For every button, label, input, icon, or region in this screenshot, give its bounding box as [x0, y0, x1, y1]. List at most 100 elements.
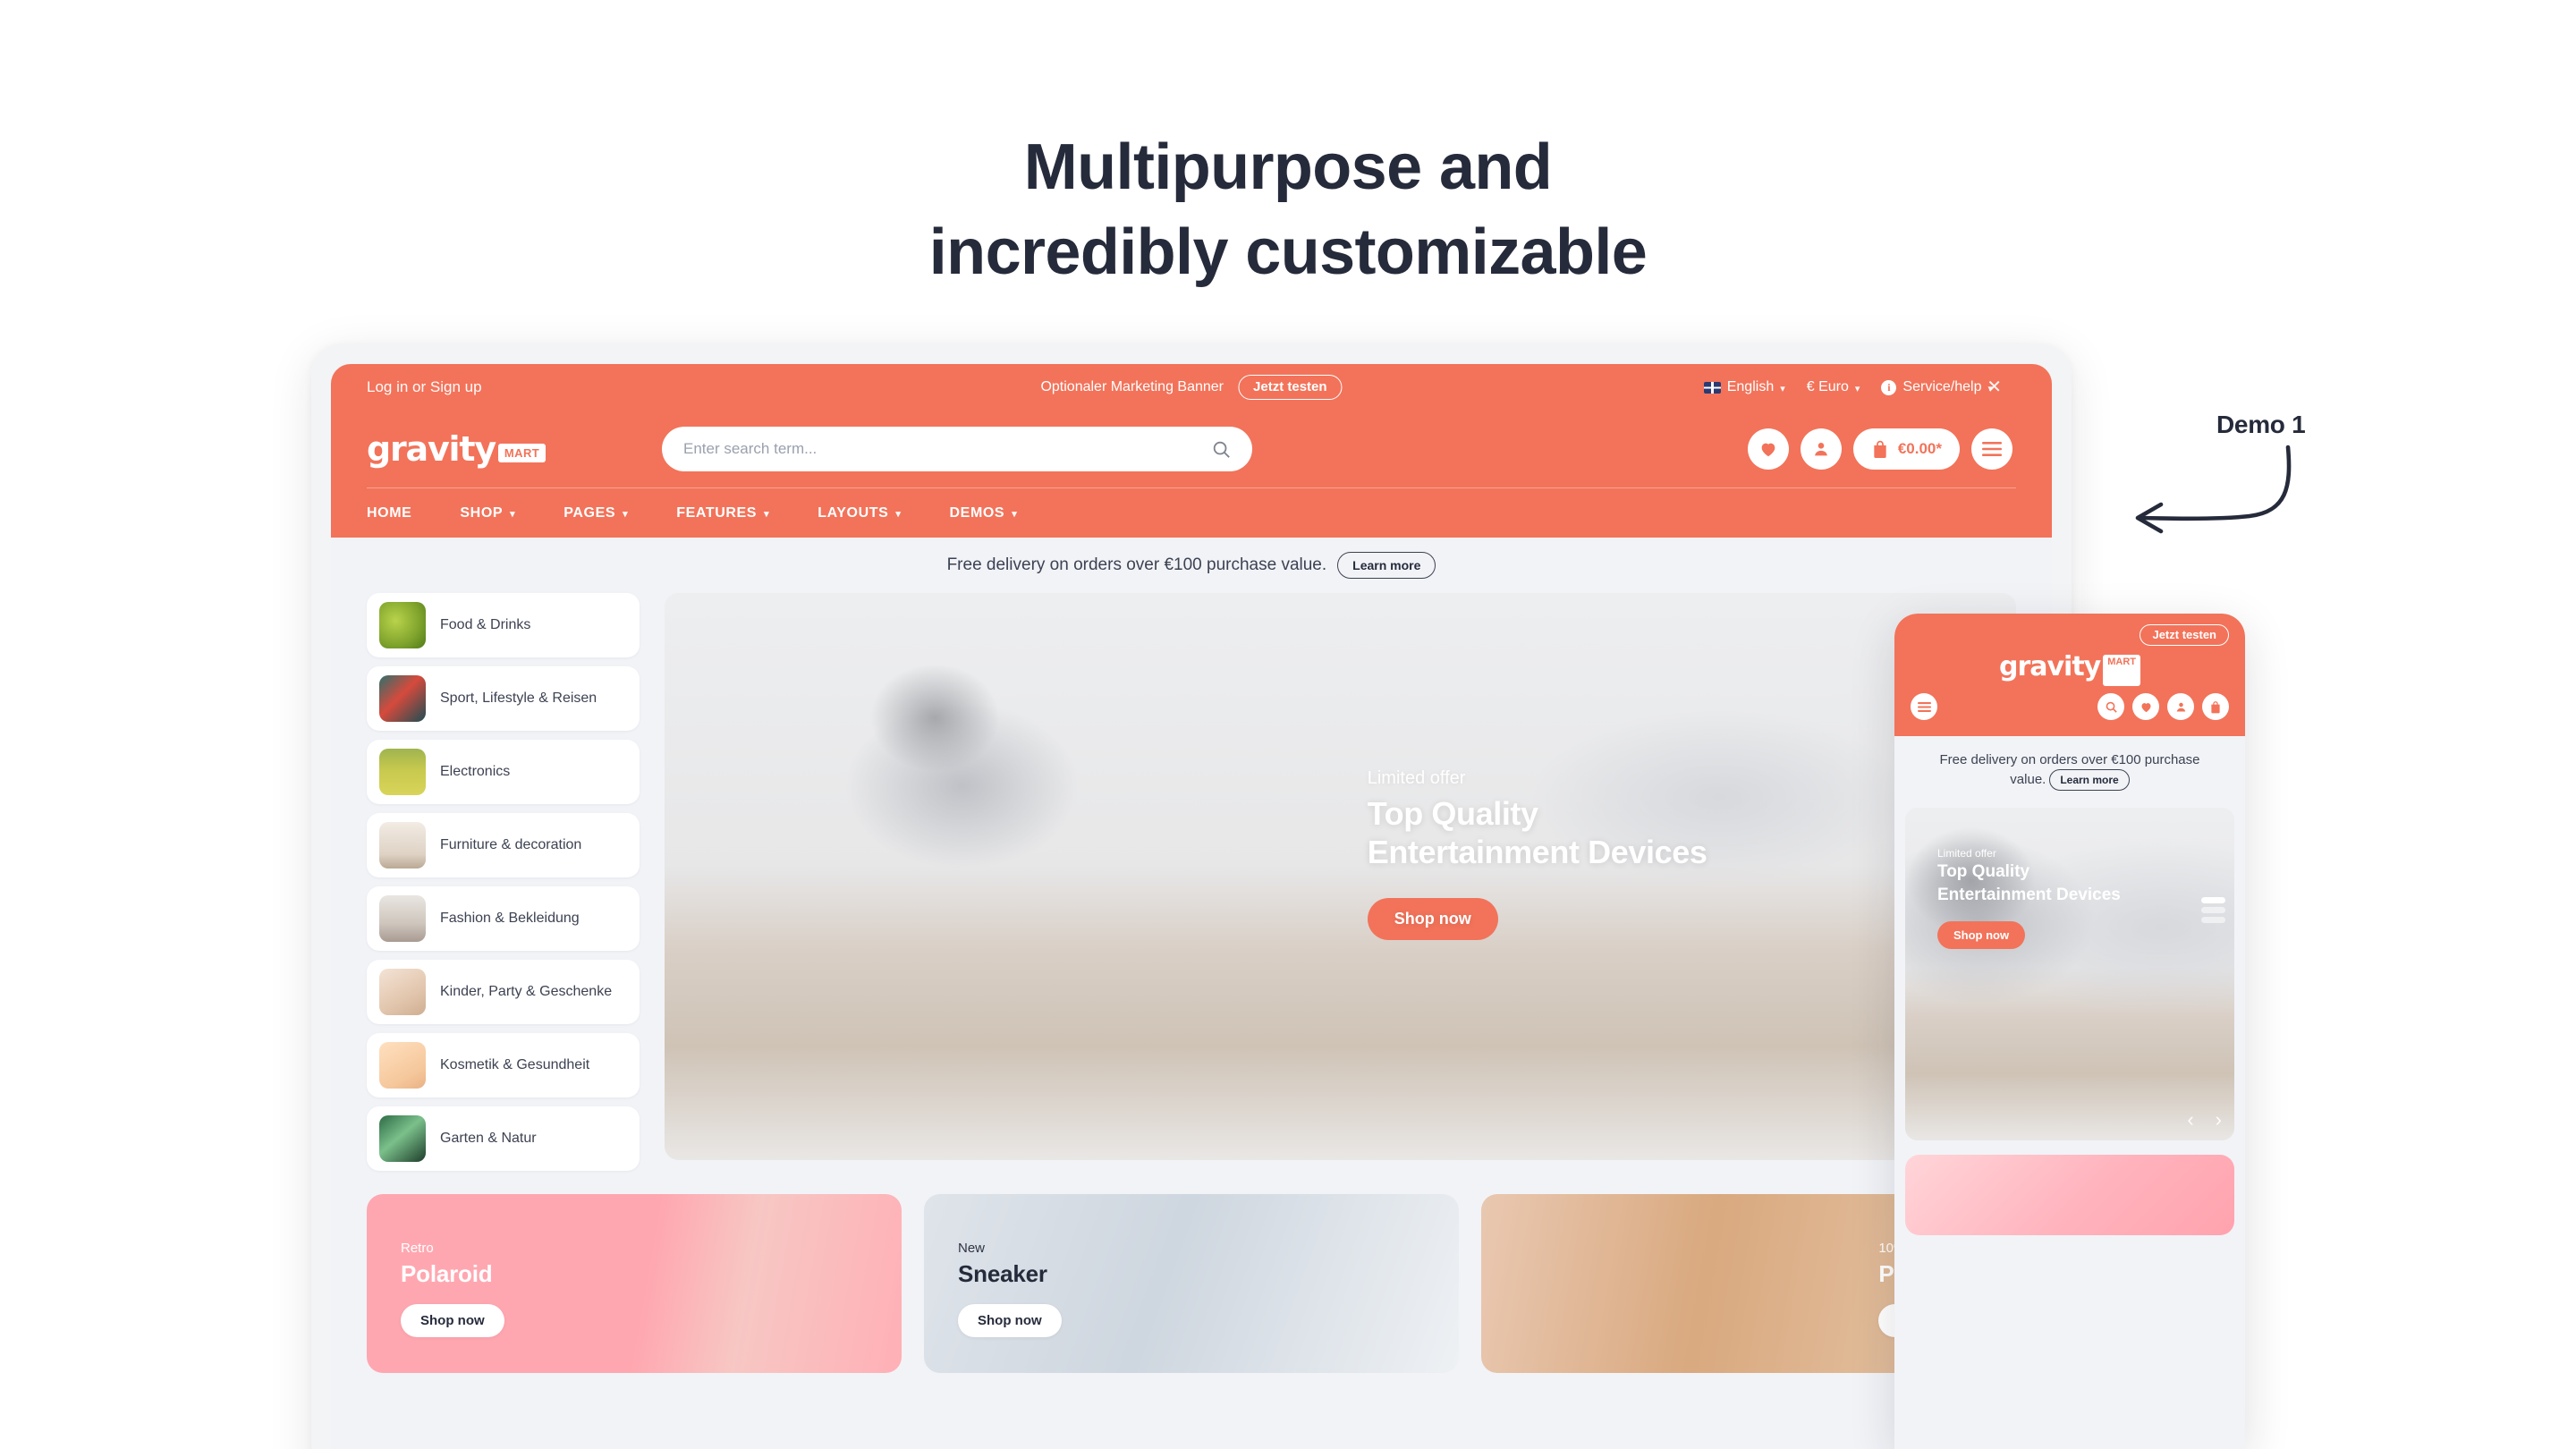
- search-box[interactable]: [662, 427, 1252, 471]
- nav-item-pages[interactable]: PAGES ▾: [564, 505, 628, 521]
- mobile-learn-more-button[interactable]: Learn more: [2049, 769, 2130, 792]
- hero-slider[interactable]: Limited offer Top Quality Entertainment …: [665, 593, 2016, 1160]
- mobile-icon-group: [2097, 693, 2229, 721]
- mobile-wishlist-button[interactable]: [2132, 693, 2159, 721]
- mobile-slide-dot-3[interactable]: [2201, 916, 2225, 923]
- header-actions: €0.00*: [1747, 428, 2016, 470]
- category-thumbnail: [379, 1115, 426, 1162]
- shopping-bag-icon: [2211, 700, 2220, 714]
- promo-shop-now-button[interactable]: Shop now: [958, 1304, 1062, 1337]
- mobile-hero-slider[interactable]: Limited offer Top Quality Entertainment …: [1905, 807, 2234, 1140]
- page-root: Multipurpose and incredibly customizable…: [0, 0, 2576, 1449]
- category-item-garten-natur[interactable]: Garten & Natur: [367, 1106, 640, 1171]
- learn-more-button[interactable]: Learn more: [1337, 552, 1436, 579]
- promo-title: Polaroid: [401, 1260, 493, 1287]
- mobile-header: Jetzt testen gravity MART: [1894, 614, 2245, 737]
- mobile-hero-title-line-1: Top Quality: [1937, 861, 2030, 881]
- category-item-food-drinks[interactable]: Food & Drinks: [367, 593, 640, 657]
- chevron-down-icon: ▾: [510, 509, 516, 520]
- search-icon[interactable]: [1211, 439, 1231, 459]
- main-grid: Food & Drinks Sport, Lifestyle & Reisen …: [367, 593, 2016, 1171]
- close-icon[interactable]: ✕: [1987, 378, 2002, 396]
- mobile-hero-shop-now-button[interactable]: Shop now: [1937, 921, 2026, 950]
- promo-card-polaroid[interactable]: Retro Polaroid Shop now: [367, 1194, 902, 1373]
- category-label: Electronics: [440, 764, 511, 779]
- category-item-kosmetik-gesundheit[interactable]: Kosmetik & Gesundheit: [367, 1033, 640, 1097]
- mobile-cart-button[interactable]: [2202, 693, 2229, 721]
- cart-button[interactable]: €0.00*: [1852, 428, 1960, 470]
- marketing-cta-button[interactable]: Jetzt testen: [1238, 374, 1343, 401]
- mobile-search-button[interactable]: [2097, 693, 2124, 721]
- nav-item-layouts[interactable]: LAYOUTS ▾: [818, 505, 901, 521]
- wishlist-button[interactable]: [1747, 428, 1789, 470]
- page-title: Multipurpose and incredibly customizable: [0, 125, 2576, 295]
- mobile-topbar: Jetzt testen: [1911, 624, 2229, 647]
- hero-shop-now-button[interactable]: Shop now: [1367, 898, 1498, 941]
- category-thumbnail: [379, 675, 426, 722]
- nav-item-home[interactable]: HOME: [367, 505, 411, 521]
- menu-button[interactable]: [1971, 428, 2012, 470]
- main-navigation: HOME SHOP ▾ PAGES ▾ FEATURES ▾ LAYOUTS ▾…: [367, 487, 2016, 538]
- promo-card-row: Retro Polaroid Shop now New Sneaker Shop…: [367, 1194, 2016, 1373]
- mobile-logo[interactable]: gravity MART: [1911, 651, 2229, 687]
- mobile-menu-button[interactable]: [1911, 693, 1937, 721]
- service-help-selector[interactable]: i Service/help ▾: [1881, 379, 1993, 395]
- nav-item-features[interactable]: FEATURES ▾: [676, 505, 769, 521]
- promo-card-sneaker[interactable]: New Sneaker Shop now: [924, 1194, 1459, 1373]
- mobile-slide-dot-2[interactable]: [2201, 906, 2225, 913]
- logo-wordmark: gravity: [1998, 651, 2101, 683]
- mobile-slide-dot-1[interactable]: [2201, 896, 2225, 903]
- nav-item-label: PAGES: [564, 504, 616, 521]
- cart-total: €0.00*: [1897, 440, 1942, 457]
- category-item-fashion-bekleidung[interactable]: Fashion & Bekleidung: [367, 886, 640, 951]
- desktop-viewport: Log in or Sign up Optionaler Marketing B…: [331, 364, 2052, 1449]
- mobile-hero-kicker: Limited offer: [1937, 846, 1996, 860]
- mobile-marketing-cta-button[interactable]: Jetzt testen: [2140, 624, 2229, 647]
- login-signup-link[interactable]: Log in or Sign up: [367, 378, 482, 396]
- category-thumbnail: [379, 969, 426, 1015]
- mobile-delivery-notice: Free delivery on orders over €100 purcha…: [1894, 736, 2245, 804]
- logo-badge: MART: [497, 443, 547, 462]
- search-icon: [2106, 701, 2117, 713]
- site-logo[interactable]: gravity MART: [367, 429, 662, 469]
- search-input[interactable]: [683, 440, 1211, 458]
- category-label: Garten & Natur: [440, 1131, 537, 1146]
- hero-kicker: Limited offer: [1367, 768, 1466, 788]
- hero-title-line-1: Top Quality: [1367, 795, 1538, 832]
- mobile-hero-arrows: ‹ ›: [2187, 1108, 2222, 1131]
- category-item-sport-lifestyle-reisen[interactable]: Sport, Lifestyle & Reisen: [367, 666, 640, 731]
- category-item-electronics[interactable]: Electronics: [367, 740, 640, 804]
- delivery-notice: Free delivery on orders over €100 purcha…: [367, 538, 2016, 593]
- nav-item-demos[interactable]: DEMOS ▾: [950, 505, 1018, 521]
- header-main-row: gravity MART Enter search term... €0.00*: [367, 411, 2016, 487]
- mobile-hero-pagination[interactable]: [2201, 896, 2225, 923]
- promo-card-text: New Sneaker Shop now: [958, 1241, 1062, 1337]
- shopping-bag-icon: [1874, 440, 1886, 458]
- chevron-left-icon[interactable]: ‹: [2187, 1108, 2193, 1131]
- language-selector-label: English: [1726, 379, 1775, 394]
- category-item-furniture-decoration[interactable]: Furniture & decoration: [367, 813, 640, 877]
- category-label: Sport, Lifestyle & Reisen: [440, 691, 597, 706]
- nav-item-label: FEATURES: [676, 504, 758, 521]
- mobile-account-button[interactable]: [2167, 693, 2194, 721]
- category-label: Kosmetik & Gesundheit: [440, 1057, 590, 1072]
- delivery-notice-text: Free delivery on orders over €100 purcha…: [946, 555, 1327, 574]
- nav-item-label: SHOP: [460, 504, 504, 521]
- promo-shop-now-button[interactable]: Shop now: [401, 1304, 504, 1337]
- utility-topbar: Log in or Sign up Optionaler Marketing B…: [367, 364, 2016, 411]
- user-icon: [2176, 702, 2185, 712]
- currency-selector[interactable]: € Euro ▾: [1807, 379, 1860, 395]
- category-thumbnail: [379, 749, 426, 795]
- account-button[interactable]: [1800, 428, 1842, 470]
- nav-item-shop[interactable]: SHOP ▾: [460, 505, 515, 521]
- mobile-promo-card[interactable]: [1905, 1154, 2234, 1235]
- category-item-kinder-party-geschenke[interactable]: Kinder, Party & Geschenke: [367, 960, 640, 1024]
- page-content: Free delivery on orders over €100 purcha…: [331, 538, 2052, 1373]
- logo-badge: MART: [2103, 655, 2141, 687]
- language-selector[interactable]: English ▾: [1703, 379, 1785, 395]
- heart-icon: [1761, 443, 1775, 457]
- nav-item-label: HOME: [367, 504, 412, 521]
- chevron-right-icon[interactable]: ›: [2216, 1108, 2222, 1131]
- curved-arrow-left-icon: [2135, 445, 2292, 534]
- promo-card-text: Retro Polaroid Shop now: [401, 1241, 504, 1337]
